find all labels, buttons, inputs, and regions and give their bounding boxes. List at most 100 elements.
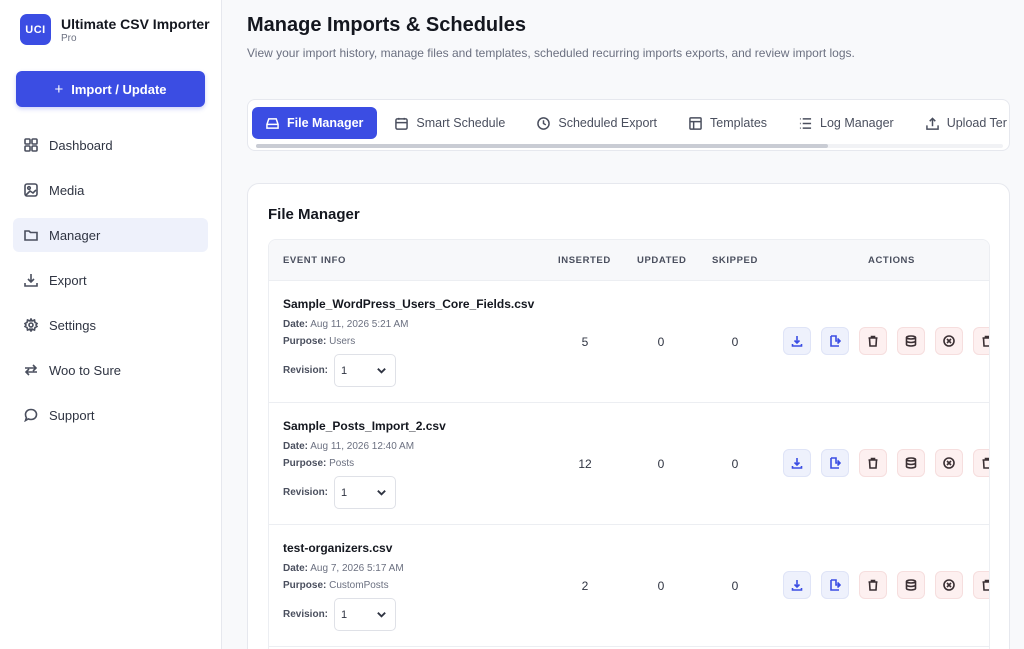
- column-skipped: SKIPPED: [712, 255, 758, 266]
- cancel-circle-icon: [943, 579, 955, 591]
- sidebar-item-woo-to-sure[interactable]: Woo to Sure: [13, 353, 208, 387]
- delete-all-button[interactable]: [973, 327, 989, 355]
- trash-icon: [868, 579, 878, 591]
- sidebar-item-label: Manager: [49, 227, 101, 243]
- date-label: Date:: [283, 319, 309, 330]
- drive-icon: [266, 117, 279, 129]
- date-value: Aug 7, 2026 5:17 AM: [310, 563, 404, 574]
- tab-smart-schedule[interactable]: Smart Schedule: [381, 107, 519, 139]
- download-icon: [24, 273, 38, 287]
- download-button[interactable]: [783, 327, 811, 355]
- sidebar-item-label: Media: [49, 182, 85, 198]
- download-icon: [791, 458, 803, 469]
- row-actions: [783, 449, 989, 477]
- tabs-scrollbar-thumb[interactable]: [256, 144, 828, 148]
- file-name: Sample_Posts_Import_2.csv: [283, 419, 446, 433]
- sidebar-item-export[interactable]: Export: [13, 263, 208, 297]
- file-name: Sample_WordPress_Users_Core_Fields.csv: [283, 297, 535, 311]
- table-row: test-organizers.csv Date: Aug 7, 2026 5:…: [269, 525, 989, 647]
- file-name: test-organizers.csv: [283, 541, 393, 555]
- revision-select[interactable]: 1: [334, 598, 396, 631]
- date-value: Aug 11, 2026 12:40 AM: [310, 441, 415, 452]
- file-date: Date: Aug 7, 2026 5:17 AM: [283, 563, 404, 574]
- column-updated: UPDATED: [637, 255, 687, 266]
- file-manager-title: File Manager: [268, 206, 360, 223]
- delete-all-button[interactable]: [973, 571, 989, 599]
- chat-icon: [24, 408, 38, 422]
- sidebar-item-label: Woo to Sure: [49, 362, 122, 378]
- tabs-scrollbar[interactable]: [256, 144, 1003, 148]
- delete-button[interactable]: [859, 449, 887, 477]
- page-title: Manage Imports & Schedules: [247, 14, 526, 36]
- download-button[interactable]: [783, 571, 811, 599]
- tabs-row: File Manager Smart Schedule Scheduled Ex…: [252, 107, 1009, 139]
- tabs-bar: File Manager Smart Schedule Scheduled Ex…: [247, 99, 1010, 151]
- upload-icon: [925, 116, 939, 130]
- skipped-count: 0: [731, 335, 739, 349]
- tab-label: Log Manager: [820, 116, 894, 130]
- revision-value: 1: [341, 486, 348, 499]
- inserted-count: 12: [578, 457, 592, 471]
- sidebar-item-media[interactable]: Media: [13, 173, 208, 207]
- export-file-button[interactable]: [821, 327, 849, 355]
- file-purpose: Purpose: CustomPosts: [283, 580, 389, 591]
- row-actions: [783, 327, 989, 355]
- cancel-circle-icon: [943, 457, 955, 469]
- tab-scheduled-export[interactable]: Scheduled Export: [523, 107, 671, 139]
- cancel-button[interactable]: [935, 571, 963, 599]
- database-icon: [905, 579, 917, 591]
- tab-label: Upload Ter: [946, 116, 1007, 130]
- inserted-count: 2: [581, 579, 589, 593]
- tab-file-manager[interactable]: File Manager: [252, 107, 378, 139]
- tab-label: Scheduled Export: [558, 116, 658, 130]
- page-description: View your import history, manage files a…: [247, 46, 855, 60]
- delete-button[interactable]: [859, 571, 887, 599]
- export-file-icon: [830, 579, 841, 591]
- purpose-value: CustomPosts: [329, 580, 389, 591]
- import-update-button[interactable]: + Import / Update: [16, 71, 205, 107]
- delete-button[interactable]: [859, 327, 887, 355]
- table-row: Sample_Posts_Import_2.csv Date: Aug 11, …: [269, 403, 989, 525]
- calendar-icon: [395, 117, 409, 130]
- purpose-value: Posts: [329, 458, 355, 469]
- table-row: Sample_WordPress_Users_Core_Fields.csv D…: [269, 281, 989, 403]
- clock-icon: [537, 116, 551, 130]
- column-event-info: EVENT INFO: [283, 255, 347, 266]
- tab-label: Smart Schedule: [416, 116, 506, 130]
- sidebar-item-settings[interactable]: Settings: [13, 308, 208, 342]
- cancel-button[interactable]: [935, 327, 963, 355]
- trash-icon: [982, 335, 989, 347]
- export-file-button[interactable]: [821, 449, 849, 477]
- tab-label: File Manager: [287, 116, 364, 130]
- file-date: Date: Aug 11, 2026 5:21 AM: [283, 319, 408, 330]
- delete-records-button[interactable]: [897, 571, 925, 599]
- cancel-button[interactable]: [935, 449, 963, 477]
- export-file-icon: [830, 457, 841, 469]
- sidebar-item-manager[interactable]: Manager: [13, 218, 208, 252]
- export-file-button[interactable]: [821, 571, 849, 599]
- tab-log-manager[interactable]: Log Manager: [785, 107, 908, 139]
- skipped-count: 0: [731, 579, 739, 593]
- sidebar: UCI Ultimate CSV Importer Pro + Import /…: [0, 0, 222, 649]
- list-icon: [799, 117, 812, 129]
- inserted-count: 5: [581, 335, 589, 349]
- download-icon: [791, 580, 803, 591]
- tab-templates[interactable]: Templates: [675, 107, 781, 139]
- delete-all-button[interactable]: [973, 449, 989, 477]
- sidebar-item-label: Dashboard: [49, 137, 113, 153]
- sidebar-item-dashboard[interactable]: Dashboard: [13, 128, 208, 162]
- file-manager-panel: File Manager EVENT INFO INSERTED UPDATED…: [247, 183, 1010, 649]
- delete-records-button[interactable]: [897, 327, 925, 355]
- tab-upload-templates[interactable]: Upload Ter: [912, 107, 1009, 139]
- revision-select[interactable]: 1: [334, 476, 396, 509]
- download-button[interactable]: [783, 449, 811, 477]
- app-edition: Pro: [61, 32, 77, 44]
- revision-select[interactable]: 1: [334, 354, 396, 387]
- purpose-value: Users: [329, 336, 356, 347]
- image-icon: [24, 183, 38, 197]
- swap-icon: [24, 363, 38, 377]
- sidebar-item-support[interactable]: Support: [13, 398, 208, 432]
- delete-records-button[interactable]: [897, 449, 925, 477]
- brand: UCI Ultimate CSV Importer Pro: [20, 14, 210, 45]
- revision-label: Revision:: [283, 487, 329, 498]
